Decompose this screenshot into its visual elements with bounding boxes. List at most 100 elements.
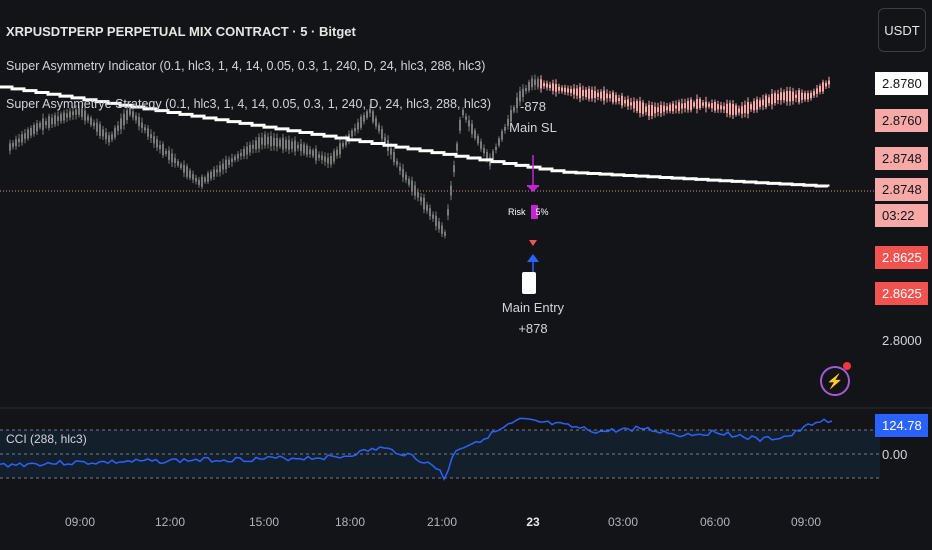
candle-body — [300, 143, 302, 152]
candle-body — [774, 93, 776, 103]
candle-body — [42, 118, 44, 130]
candle-body — [264, 134, 266, 146]
candle-body — [273, 137, 275, 146]
candle-body — [18, 138, 20, 143]
candle-body — [27, 129, 29, 139]
candle-body — [498, 138, 500, 146]
price-label: 2.8000 — [882, 333, 922, 348]
time-axis-label: 03:00 — [607, 515, 639, 529]
candle-body — [321, 155, 323, 160]
candle-body — [21, 134, 23, 143]
candle-body — [192, 174, 194, 180]
candle-body — [675, 105, 677, 109]
candle-body — [87, 116, 89, 121]
currency-button[interactable]: USDT — [878, 8, 926, 52]
candle-body — [180, 164, 182, 168]
candle-body — [537, 78, 539, 88]
candle-body — [654, 106, 656, 114]
candle-body — [102, 129, 104, 137]
candle-body — [630, 102, 632, 106]
time-axis-label: 23 — [526, 515, 540, 529]
candle-body — [171, 153, 173, 163]
time-axis-label: 12:00 — [154, 515, 186, 529]
candle-body — [606, 93, 608, 99]
candle-body — [168, 150, 170, 160]
candle-body — [795, 94, 797, 98]
candle-body — [405, 174, 407, 181]
candle-body — [450, 185, 452, 196]
candle-body — [441, 225, 443, 234]
candle-body — [69, 111, 71, 118]
candle-body — [747, 101, 749, 114]
candle-body — [549, 84, 551, 89]
candle-body — [234, 156, 236, 161]
candle-body — [708, 103, 710, 107]
candle-body — [24, 133, 26, 139]
candle-body — [558, 86, 560, 91]
candle-body — [375, 118, 377, 127]
price-label: 2.8780 — [875, 72, 928, 95]
candle-body — [66, 113, 68, 118]
lightning-icon[interactable]: ⚡ — [820, 366, 850, 396]
candle-body — [354, 128, 356, 132]
candle-body — [135, 115, 137, 121]
candle-body — [90, 117, 92, 125]
candle-body — [396, 161, 398, 165]
candle-body — [51, 117, 53, 125]
candle-body — [213, 169, 215, 177]
candle-body — [597, 92, 599, 97]
candle-body — [36, 123, 38, 132]
candle-body — [291, 141, 293, 150]
candle-body — [573, 88, 575, 95]
candle-body — [432, 214, 434, 219]
candle-body — [639, 101, 641, 113]
candle-body — [198, 179, 200, 185]
candle-body — [627, 99, 629, 107]
candle-body — [696, 99, 698, 109]
candle-body — [279, 139, 281, 147]
candle-body — [270, 136, 272, 147]
candle-body — [777, 93, 779, 101]
candle-body — [684, 103, 686, 109]
indicator-legend-2[interactable]: Super Asymmetrye Strategy (0.1, hlc3, 1,… — [6, 97, 491, 111]
candle-body — [555, 84, 557, 92]
candle-body — [390, 148, 392, 155]
candle-body — [534, 79, 536, 86]
candle-body — [459, 119, 461, 131]
candle-body — [147, 128, 149, 137]
candle-body — [615, 95, 617, 102]
candle-body — [117, 125, 119, 131]
candle-body — [711, 103, 713, 109]
candle-body — [552, 83, 554, 91]
candle-body — [162, 144, 164, 156]
candle-body — [546, 83, 548, 88]
candle-body — [738, 108, 740, 113]
candle-body — [456, 143, 458, 151]
candle-body — [444, 232, 446, 236]
candle-body — [141, 122, 143, 128]
candle-body — [159, 144, 161, 150]
time-axis-label: 09:00 — [64, 515, 96, 529]
candle-body — [759, 100, 761, 107]
indicator-legend-1[interactable]: Super Asymmetry Indicator (0.1, hlc3, 1,… — [6, 59, 485, 73]
candle-body — [636, 101, 638, 111]
candle-body — [309, 149, 311, 155]
candle-body — [351, 130, 353, 137]
candle-body — [672, 103, 674, 112]
candle-body — [699, 99, 701, 108]
cci-legend[interactable]: CCI (288, hlc3) — [6, 432, 87, 446]
candle-body — [561, 87, 563, 92]
price-chart[interactable] — [0, 0, 932, 550]
candle-body — [453, 165, 455, 173]
candle-body — [381, 129, 383, 139]
candle-body — [393, 152, 395, 163]
candle-body — [174, 158, 176, 164]
candle-body — [93, 122, 95, 126]
candle-body — [588, 88, 590, 99]
risk-label: Risk 5% — [508, 207, 549, 217]
candle-body — [210, 171, 212, 179]
candle-body — [660, 105, 662, 114]
candle-body — [564, 87, 566, 93]
candle-body — [717, 104, 719, 110]
candle-body — [765, 95, 767, 108]
